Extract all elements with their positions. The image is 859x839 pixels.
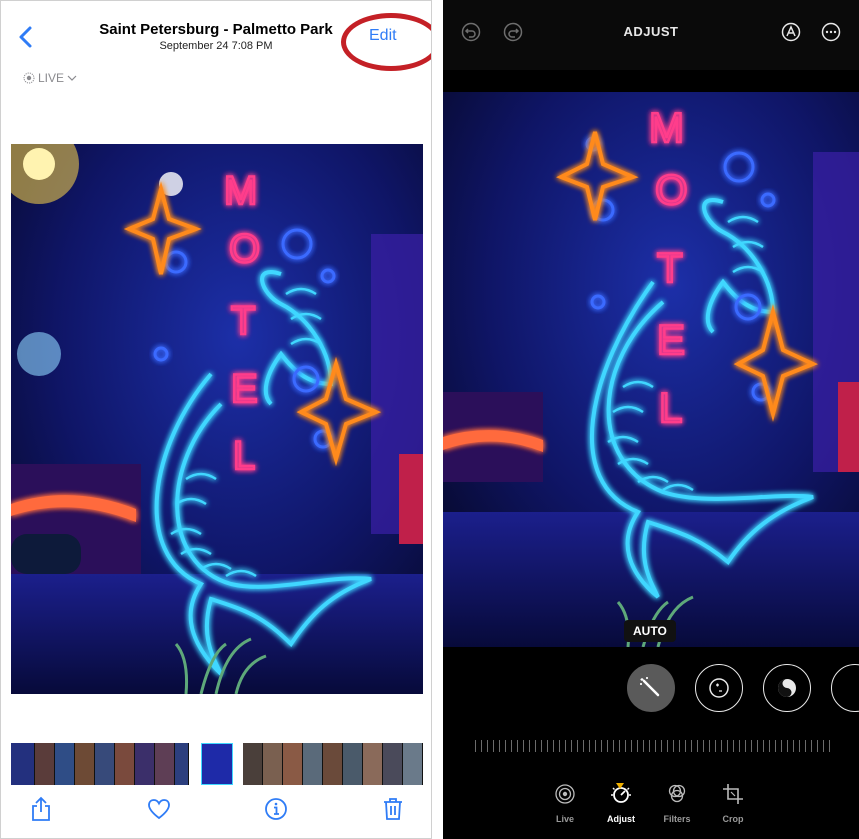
back-chevron-icon[interactable] (15, 23, 37, 51)
sign-letter-o: O (655, 166, 688, 213)
photo-editor-panel: ADJUST M O T E L AUTO Live Adjust Filter… (443, 0, 859, 839)
highlights-button[interactable] (831, 664, 859, 712)
thumbnail[interactable] (35, 743, 55, 785)
tab-adjust-label: Adjust (607, 814, 635, 824)
share-icon[interactable] (23, 791, 59, 827)
thumbnail[interactable] (323, 743, 343, 785)
thumbnail[interactable] (75, 743, 95, 785)
thumbnail[interactable] (11, 743, 35, 785)
sign-letter-m: M (224, 169, 257, 213)
tab-live[interactable]: Live (535, 783, 595, 824)
exposure-icon (709, 678, 729, 698)
crop-icon (723, 784, 743, 804)
adjust-tools-row (443, 664, 859, 714)
sign-letter-l: L (233, 434, 255, 478)
live-label: LIVE (38, 71, 65, 85)
thumbnail[interactable] (343, 743, 363, 785)
tab-crop-label: Crop (722, 814, 744, 824)
thumbnail[interactable] (363, 743, 383, 785)
sign-letter-l: L (659, 384, 682, 431)
photo-date-subtitle: September 24 7:08 PM (159, 40, 273, 52)
auto-enhance-button[interactable] (627, 664, 675, 712)
thumbnail[interactable] (243, 743, 263, 785)
editor-tab-bar: Live Adjust Filters Crop (443, 765, 859, 825)
more-options-icon[interactable] (821, 22, 841, 42)
thumbnail[interactable] (175, 743, 189, 785)
thumbnail[interactable] (403, 743, 423, 785)
sign-letter-m: M (649, 104, 684, 151)
thumbnail[interactable] (303, 743, 323, 785)
adjustment-slider[interactable] (475, 740, 830, 752)
live-photo-icon (23, 72, 35, 84)
navigation-bar: Saint Petersburg - Palmetto Park Septemb… (1, 1, 431, 71)
auto-label-pill: AUTO (624, 620, 676, 642)
thumbnail[interactable] (263, 743, 283, 785)
live-photo-icon (555, 784, 575, 804)
sign-letter-t: T (657, 244, 683, 291)
filters-icon (668, 784, 686, 803)
tab-filters-label: Filters (663, 814, 691, 824)
tab-crop[interactable]: Crop (703, 783, 763, 824)
tab-live-label: Live (555, 814, 574, 824)
motel-neon-photo[interactable]: M O T E L (11, 144, 423, 694)
markup-pen-icon[interactable] (781, 22, 801, 42)
bottom-toolbar (1, 791, 431, 838)
photo-location-title: Saint Petersburg - Palmetto Park (99, 21, 333, 38)
heart-icon[interactable] (141, 791, 177, 827)
tab-adjust[interactable]: Adjust (591, 783, 651, 824)
sign-letter-e: E (231, 367, 258, 411)
sign-letter-t: T (231, 299, 255, 343)
thumbnail[interactable] (155, 743, 175, 785)
highlight-annotation-circle (341, 13, 431, 71)
exposure-button[interactable] (695, 664, 743, 712)
photo-thumbnail-strip[interactable] (11, 743, 423, 785)
brilliance-button[interactable] (763, 664, 811, 712)
brilliance-icon (778, 679, 796, 697)
thumbnail[interactable] (383, 743, 403, 785)
active-tab-marker (616, 783, 624, 789)
thumbnail-current[interactable] (201, 743, 233, 785)
thumbnail[interactable] (283, 743, 303, 785)
thumbnail[interactable] (135, 743, 155, 785)
live-photo-badge[interactable]: LIVE (23, 71, 77, 85)
tab-filters[interactable]: Filters (647, 783, 707, 824)
editing-photo-preview[interactable]: M O T E L (443, 92, 859, 647)
info-icon[interactable] (258, 791, 294, 827)
trash-icon[interactable] (375, 791, 411, 827)
thumbnail[interactable] (115, 743, 135, 785)
magic-wand-icon (640, 677, 660, 697)
chevron-down-icon (67, 75, 77, 81)
sign-letter-e: E (657, 316, 685, 363)
photo-title-block: Saint Petersburg - Palmetto Park Septemb… (81, 21, 351, 52)
photo-viewer-panel: Saint Petersburg - Palmetto Park Septemb… (0, 0, 432, 839)
thumbnail[interactable] (55, 743, 75, 785)
editor-top-bar: ADJUST (443, 0, 859, 70)
thumbnail[interactable] (95, 743, 115, 785)
sign-letter-o: O (229, 227, 260, 271)
